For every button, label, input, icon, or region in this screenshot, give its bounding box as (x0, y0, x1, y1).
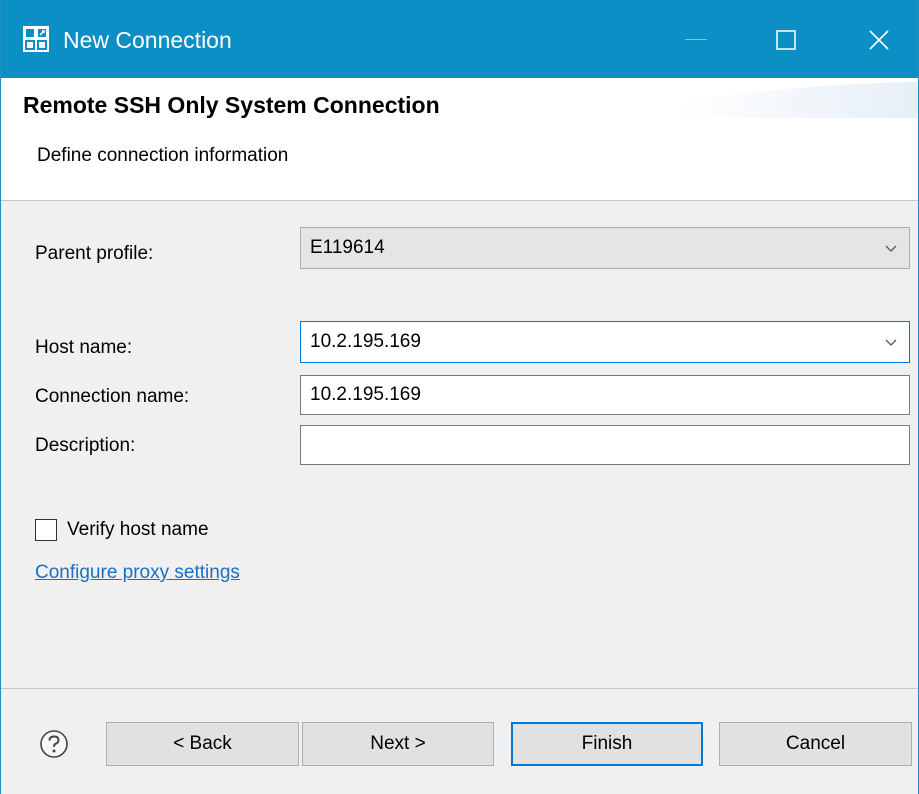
host-name-value[interactable]: 10.2.195.169 (310, 331, 421, 353)
page-title: Remote SSH Only System Connection (23, 92, 440, 118)
cancel-button[interactable]: Cancel (719, 722, 912, 766)
parent-profile-label: Parent profile: (35, 243, 154, 264)
window-title: New Connection (63, 27, 232, 53)
page-subtitle: Define connection information (37, 145, 289, 166)
close-icon[interactable] (849, 20, 909, 60)
verify-host-name-checkbox[interactable] (35, 519, 57, 541)
parent-profile-dropdown[interactable]: E119614 (300, 227, 910, 269)
button-bar: < Back Next > Finish Cancel (1, 689, 918, 794)
help-icon[interactable] (39, 729, 69, 759)
maximize-icon[interactable] (756, 20, 816, 60)
description-field[interactable] (300, 425, 910, 465)
parent-profile-value: E119614 (310, 237, 385, 258)
connection-name-field[interactable]: 10.2.195.169 (300, 375, 910, 415)
description-label: Description: (35, 435, 136, 456)
connection-name-value[interactable]: 10.2.195.169 (310, 384, 421, 406)
host-name-combo[interactable]: 10.2.195.169 (300, 321, 910, 363)
title-bar[interactable]: New Connection (1, 0, 918, 78)
header-banner-decoration (678, 82, 918, 118)
chevron-down-icon[interactable] (883, 240, 899, 262)
back-button[interactable]: < Back (106, 722, 299, 766)
minimize-icon[interactable] (666, 20, 726, 60)
new-connection-dialog: New Connection Remote SSH Only System Co… (0, 0, 919, 794)
app-connection-icon (23, 26, 49, 52)
verify-host-name-label[interactable]: Verify host name (67, 518, 209, 542)
wizard-header: Remote SSH Only System Connection Define… (1, 78, 918, 200)
configure-proxy-settings-link[interactable]: Configure proxy settings (35, 561, 240, 585)
next-button[interactable]: Next > (302, 722, 494, 766)
finish-button[interactable]: Finish (511, 722, 703, 766)
connection-name-label: Connection name: (35, 386, 190, 407)
chevron-down-icon[interactable] (883, 334, 899, 356)
host-name-label: Host name: (35, 337, 133, 358)
form-panel: Parent profile: E119614 Host name: 10.2.… (1, 201, 918, 688)
